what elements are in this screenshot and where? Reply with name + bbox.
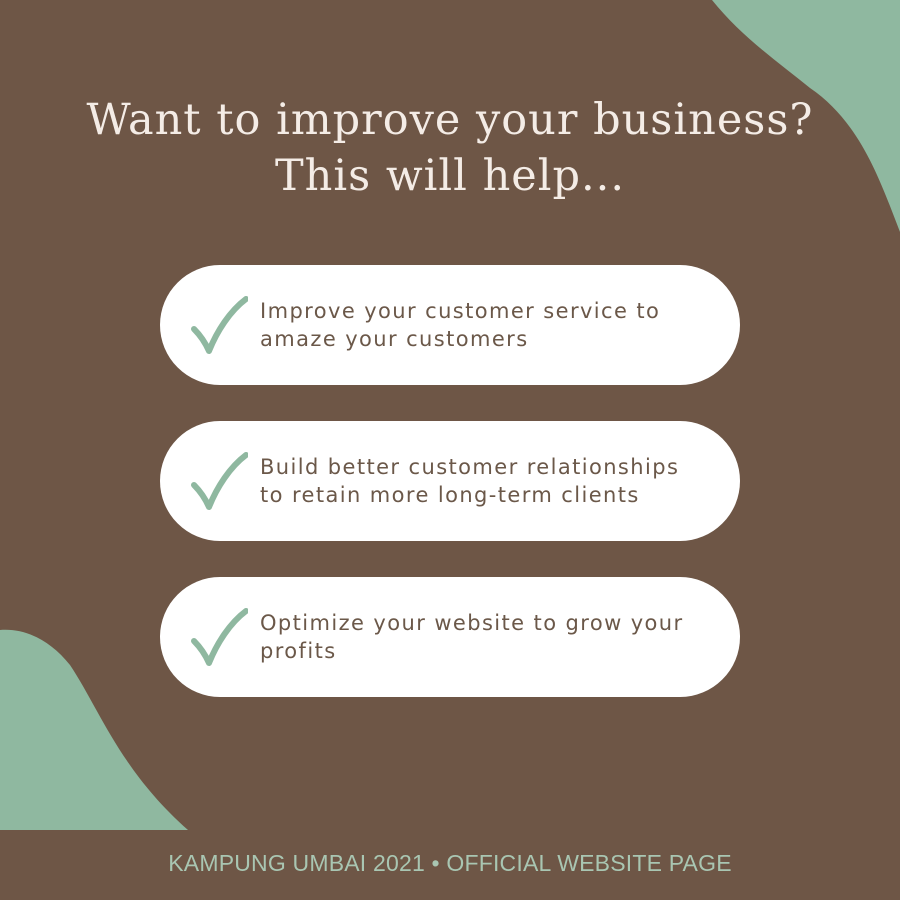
benefit-text: Improve your customer service to amaze y… — [260, 299, 661, 351]
checkmark-icon — [191, 452, 248, 510]
checkmark-icon — [191, 296, 248, 354]
benefit-card-2: Build better customer relationships to r… — [160, 421, 740, 541]
headline-line-2: This will help... — [274, 151, 626, 201]
benefit-text: Optimize your website to grow your profi… — [260, 611, 684, 663]
headline-line-1: Want to improve your business? — [86, 95, 814, 145]
footer-caption: KAMPUNG UMBAI 2021 • OFFICIAL WEBSITE PA… — [168, 850, 732, 876]
benefit-text: Build better customer relationships to r… — [260, 455, 680, 507]
benefit-card-1: Improve your customer service to amaze y… — [160, 265, 740, 385]
benefit-card-3: Optimize your website to grow your profi… — [160, 577, 740, 697]
checkmark-icon — [191, 608, 248, 666]
headline: Want to improve your business? This will… — [0, 92, 900, 204]
